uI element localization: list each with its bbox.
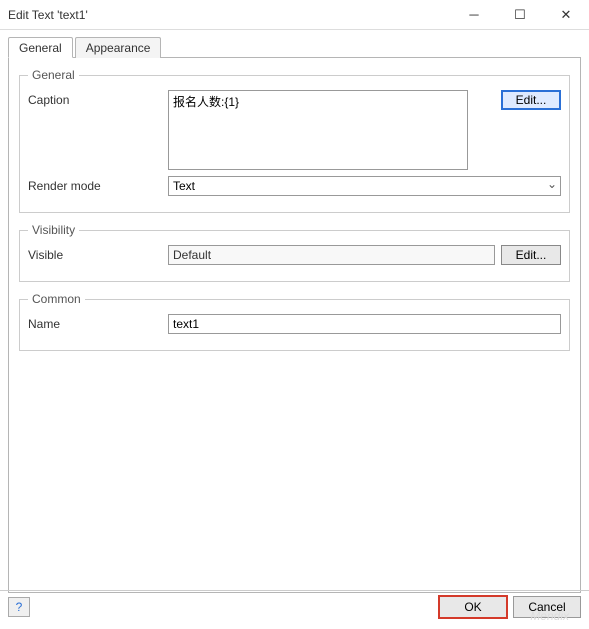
name-label: Name xyxy=(28,314,168,331)
dialog-body: General Appearance General Caption 报名人数:… xyxy=(0,30,589,590)
group-visibility: Visibility Visible Default Edit... xyxy=(19,223,570,282)
group-general-legend: General xyxy=(28,68,79,82)
minimize-button[interactable]: ─ xyxy=(451,0,497,30)
minimize-icon: ─ xyxy=(469,7,478,22)
titlebar: Edit Text 'text1' ─ ☐ ✕ xyxy=(0,0,589,30)
caption-textarea[interactable]: 报名人数:{1} xyxy=(168,90,468,170)
name-input[interactable] xyxy=(168,314,561,334)
ok-button[interactable]: OK xyxy=(439,596,507,618)
tab-general[interactable]: General xyxy=(8,37,73,58)
caption-label: Caption xyxy=(28,90,168,107)
tab-content-general: General Caption 报名人数:{1} Edit... Render … xyxy=(8,58,581,593)
cancel-button[interactable]: Cancel xyxy=(513,596,581,618)
maximize-icon: ☐ xyxy=(514,7,526,23)
tab-strip: General Appearance xyxy=(8,36,581,58)
visible-edit-button[interactable]: Edit... xyxy=(501,245,561,265)
visible-value[interactable]: Default xyxy=(168,245,495,265)
help-icon: ? xyxy=(16,600,23,614)
tab-appearance[interactable]: Appearance xyxy=(75,37,162,58)
group-common: Common Name xyxy=(19,292,570,351)
caption-edit-button[interactable]: Edit... xyxy=(501,90,561,110)
group-general: General Caption 报名人数:{1} Edit... Render … xyxy=(19,68,570,213)
window-title: Edit Text 'text1' xyxy=(8,8,451,22)
maximize-button[interactable]: ☐ xyxy=(497,0,543,30)
group-common-legend: Common xyxy=(28,292,85,306)
visible-label: Visible xyxy=(28,245,168,262)
dialog-footer: ? OK Cancel xyxy=(0,590,589,622)
group-visibility-legend: Visibility xyxy=(28,223,79,237)
rendermode-select[interactable]: Text xyxy=(168,176,561,196)
window-controls: ─ ☐ ✕ xyxy=(451,0,589,30)
help-button[interactable]: ? xyxy=(8,597,30,617)
close-button[interactable]: ✕ xyxy=(543,0,589,30)
close-icon: ✕ xyxy=(561,7,572,23)
rendermode-label: Render mode xyxy=(28,176,168,193)
